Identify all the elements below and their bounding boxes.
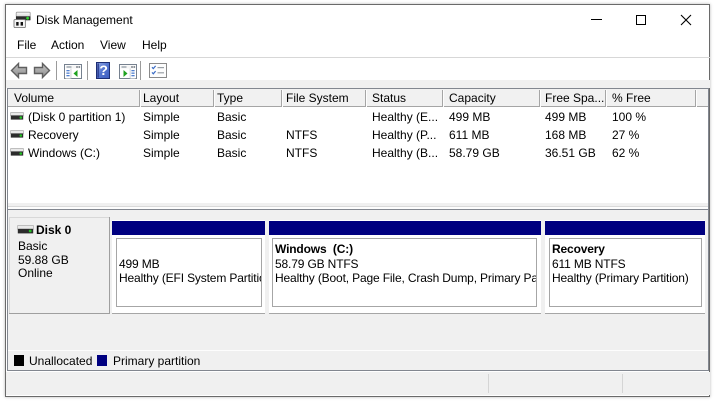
svg-text:?: ? (99, 62, 108, 78)
